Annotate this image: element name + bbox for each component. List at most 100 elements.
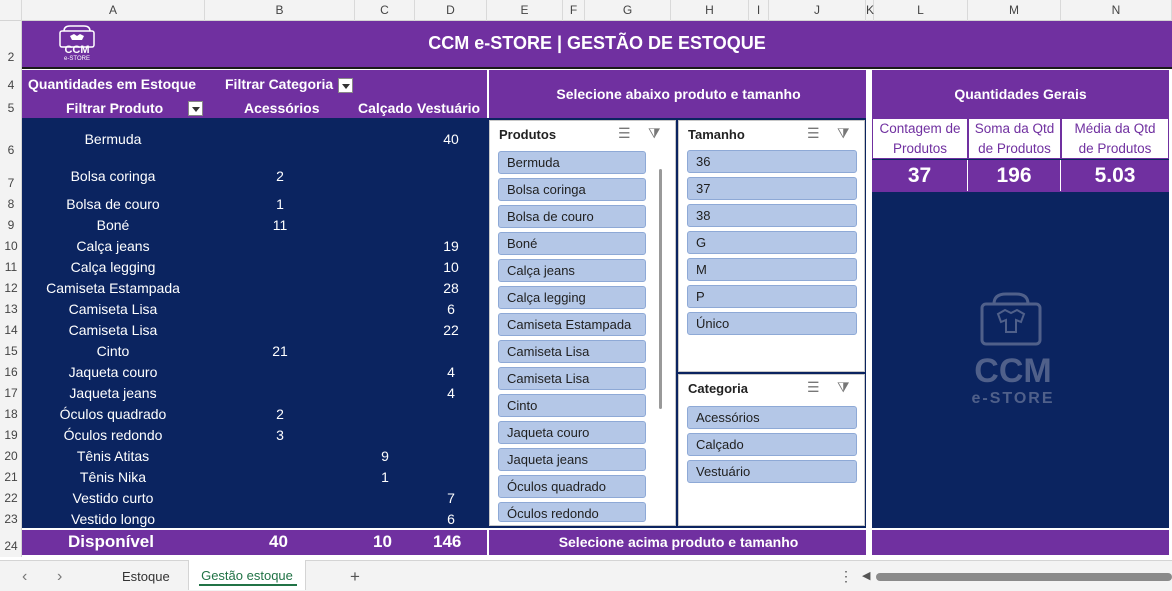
row-header[interactable]: 18 [0, 407, 22, 421]
tab-estoque[interactable]: Estoque [122, 561, 170, 591]
column-header-d[interactable]: D [415, 0, 487, 21]
column-header-g[interactable]: G [585, 0, 671, 21]
slicer-item-produto[interactable]: Boné [498, 232, 646, 255]
totals-row: Disponível 40 10 146 [22, 530, 487, 555]
row-header[interactable]: 20 [0, 449, 22, 463]
scroll-right-icon[interactable]: › [57, 561, 62, 591]
vestuario-qty: 28 [443, 280, 459, 296]
column-header-h[interactable]: H [671, 0, 749, 21]
slicer-item-produto[interactable]: Jaqueta jeans [498, 448, 646, 471]
slicer-item-produto[interactable]: Óculos redondo [498, 502, 646, 522]
slicer-item-produto[interactable]: Óculos quadrado [498, 475, 646, 498]
row-header[interactable]: 7 [0, 176, 22, 190]
product-name: Bermuda [84, 131, 142, 147]
acessorios-qty: 2 [276, 406, 284, 422]
product-name: Óculos quadrado [59, 406, 167, 422]
select-panel-title: Selecione abaixo produto e tamanho [556, 86, 801, 102]
slicer-scrollbar[interactable] [659, 169, 662, 409]
row-header[interactable]: 21 [0, 470, 22, 484]
row-header[interactable]: 8 [0, 197, 22, 211]
column-header-n[interactable]: N [1061, 0, 1172, 21]
row-header[interactable]: 23 [0, 512, 22, 526]
slicer-item-tamanho[interactable]: G [687, 231, 857, 254]
product-name: Óculos redondo [63, 427, 163, 443]
total-label: Disponível [68, 532, 154, 551]
total-vestuario: 146 [433, 532, 462, 551]
row-header[interactable]: 4 [0, 78, 22, 92]
row-header[interactable]: 17 [0, 386, 22, 400]
multi-select-icon[interactable]: ☰ [618, 125, 631, 142]
slicer-item-produto[interactable]: Bolsa de couro [498, 205, 646, 228]
acessorios-qty: 3 [276, 427, 284, 443]
slicer-item-produto[interactable]: Camiseta Estampada [498, 313, 646, 336]
select-panel-footer: Selecione acima produto e tamanho [487, 530, 866, 555]
vestuario-qty: 7 [447, 490, 455, 506]
row-header[interactable]: 19 [0, 428, 22, 442]
sheet-tab-bar: ‹ › Estoque Gestão estoque + ⋮ ◀ [0, 560, 1172, 591]
title-banner: CCM e-STORE CCM e-STORE | GESTÃO DE ESTO… [22, 21, 1172, 67]
slicer-item-produto[interactable]: Bermuda [498, 151, 646, 174]
row-header[interactable]: 15 [0, 344, 22, 358]
slicer-item-tamanho[interactable]: Único [687, 312, 857, 335]
slicer-item-produto[interactable]: Jaqueta couro [498, 421, 646, 444]
row-header[interactable]: 24 [0, 539, 22, 553]
filter-category-dropdown-icon[interactable] [338, 78, 353, 93]
clear-filter-icon[interactable]: ⧩ [837, 125, 850, 142]
total-acessorios: 40 [269, 532, 288, 551]
row-header[interactable]: 6 [0, 143, 22, 157]
tab-gestao-estoque[interactable]: Gestão estoque [188, 560, 306, 590]
column-header-k[interactable]: K [866, 0, 874, 21]
column-header-c[interactable]: C [355, 0, 415, 21]
column-header-e[interactable]: E [487, 0, 563, 21]
multi-select-icon[interactable]: ☰ [807, 125, 820, 142]
row-header[interactable]: 13 [0, 302, 22, 316]
calcado-qty: 9 [381, 448, 389, 464]
row-header[interactable]: 16 [0, 365, 22, 379]
column-header-j[interactable]: J [769, 0, 866, 21]
slicer-item-categoria[interactable]: Acessórios [687, 406, 857, 429]
filter-product-dropdown-icon[interactable] [188, 101, 203, 116]
row-header[interactable]: 14 [0, 323, 22, 337]
pivot-header: Quantidades em Estoque Filtrar Categoria… [22, 70, 487, 118]
slicer-item-produto[interactable]: Calça legging [498, 286, 646, 309]
multi-select-icon[interactable]: ☰ [807, 379, 820, 396]
slicer-item-categoria[interactable]: Vestuário [687, 460, 857, 483]
row-header[interactable]: 22 [0, 491, 22, 505]
row-header[interactable]: 5 [0, 101, 22, 115]
scroll-left-arrow-icon[interactable]: ◀ [862, 561, 870, 591]
scroll-left-icon[interactable]: ‹ [22, 561, 27, 591]
horizontal-scrollbar[interactable] [876, 573, 1172, 581]
column-header-i[interactable]: I [749, 0, 769, 21]
avg-value: 5.03 [1094, 164, 1136, 187]
slicer-item-produto[interactable]: Cinto [498, 394, 646, 417]
slicer-item-tamanho[interactable]: M [687, 258, 857, 281]
slicer-item-produto[interactable]: Bolsa coringa [498, 178, 646, 201]
column-header-m[interactable]: M [968, 0, 1061, 21]
slicer-item-categoria[interactable]: Calçado [687, 433, 857, 456]
column-header-a[interactable]: A [22, 0, 205, 21]
acessorios-qty: 21 [272, 343, 288, 359]
row-header[interactable]: 2 [0, 50, 22, 64]
slicer-item-tamanho[interactable]: 36 [687, 150, 857, 173]
count-label-line2: Produtos [892, 141, 948, 156]
more-options-icon[interactable]: ⋮ [839, 561, 853, 591]
clear-filter-icon[interactable]: ⧩ [648, 125, 661, 142]
row-header[interactable]: 10 [0, 239, 22, 253]
slicer-item-tamanho[interactable]: P [687, 285, 857, 308]
slicer-item-produto[interactable]: Calça jeans [498, 259, 646, 282]
slicer-item-tamanho[interactable]: 38 [687, 204, 857, 227]
avg-label: Média da Qtd de Produtos [1061, 118, 1169, 159]
row-header[interactable]: 12 [0, 281, 22, 295]
add-sheet-button[interactable]: + [350, 561, 360, 591]
row-header[interactable]: 9 [0, 218, 22, 232]
column-header-b[interactable]: B [205, 0, 355, 21]
acessorios-qty: 2 [276, 168, 284, 184]
column-header-l[interactable]: L [874, 0, 968, 21]
row-header[interactable]: 11 [0, 260, 22, 274]
select-all-corner[interactable] [0, 0, 22, 21]
clear-filter-icon[interactable]: ⧩ [837, 379, 850, 396]
slicer-item-tamanho[interactable]: 37 [687, 177, 857, 200]
column-header-f[interactable]: F [563, 0, 585, 21]
slicer-item-produto[interactable]: Camiseta Lisa [498, 340, 646, 363]
slicer-item-produto[interactable]: Camiseta Lisa [498, 367, 646, 390]
